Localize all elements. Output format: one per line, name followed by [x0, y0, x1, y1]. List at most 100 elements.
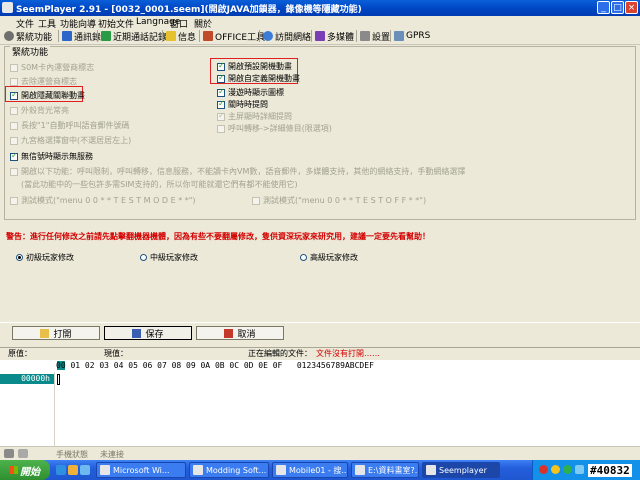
option-network-features[interactable]: 開啟以下功能：呼叫限制，呼叫轉移，信息服務，不能讀卡內VM數，語音郵件，多媒體支…	[10, 166, 465, 177]
tray-icon[interactable]	[563, 465, 572, 474]
toolbar-separator	[390, 30, 391, 42]
toolbar-separator	[311, 30, 312, 42]
checkbox[interactable]	[217, 99, 225, 109]
checkbox[interactable]	[252, 196, 260, 205]
option-note: (當此功能中的一些包許多需SIM支持的，所以你可能就還它們有都不能使用它)	[21, 180, 298, 189]
tray-icon[interactable]	[575, 465, 584, 474]
current-value-label: 現值：	[104, 349, 128, 358]
toolbar-network-button[interactable]: 訪問網絡	[263, 30, 311, 43]
toolbar-separator	[259, 30, 260, 42]
toolbar-office-button[interactable]: OFFICE工具	[203, 30, 265, 43]
task-modding[interactable]: Modding Soft...	[189, 462, 269, 478]
toolbar-gprs-button[interactable]: GPRS	[394, 30, 430, 42]
radio-circle[interactable]	[16, 254, 23, 261]
radio-circle[interactable]	[300, 254, 307, 261]
editing-file-value: 文件沒有打開……	[316, 349, 380, 358]
level-beginner-radio[interactable]: 初級玩家修改	[16, 252, 74, 263]
office-icon	[203, 31, 213, 41]
radio-circle[interactable]	[140, 254, 147, 261]
cancel-button[interactable]: 取消	[196, 326, 284, 340]
open-button[interactable]: 打開	[12, 326, 100, 340]
option-test-mode-off[interactable]: 測試模式("menu 0 0 * * T E S T O F F * *")	[252, 195, 426, 206]
task-word[interactable]: Microsoft Wi...	[96, 462, 186, 478]
option-roaming-icon[interactable]: 漫遊時顯示圖標	[217, 87, 284, 98]
option-grid-center[interactable]: 九宮格選擇窗中(不選居居左上)	[10, 135, 131, 146]
connection-status: 未連接	[100, 450, 124, 459]
toolbar-separator	[199, 30, 200, 42]
toolbar-messages-button[interactable]: 信息	[166, 30, 196, 43]
checkbox[interactable]	[10, 136, 18, 145]
checkbox[interactable]	[217, 111, 225, 121]
app-icon	[2, 2, 13, 13]
maximize-button[interactable]: □	[611, 1, 624, 14]
toolbar-media-button[interactable]: 多媒體	[315, 30, 354, 43]
phone-status-icon	[4, 449, 14, 458]
toolbar-separator	[58, 30, 59, 42]
checkbox[interactable]	[10, 106, 18, 115]
tray-icon[interactable]	[539, 465, 548, 474]
gear-icon	[4, 31, 14, 41]
option-custom-boot-anim[interactable]: 開啟自定義開機動畫	[217, 73, 300, 84]
ie-icon[interactable]	[56, 465, 66, 475]
toolbar-settings-button[interactable]: 設置	[360, 30, 390, 43]
group-title: 緊統功能	[10, 45, 51, 58]
checkbox[interactable]	[10, 196, 18, 205]
window-icon	[193, 465, 203, 475]
browser-icon	[276, 465, 286, 475]
save-button[interactable]: 保存	[104, 326, 192, 340]
contacts-icon	[62, 31, 72, 41]
hex-text-cursor	[57, 374, 60, 385]
task-explorer[interactable]: E:\資料畫室?...	[351, 462, 419, 478]
word-icon	[100, 465, 110, 475]
checkbox[interactable]	[217, 61, 225, 71]
checkbox[interactable]	[217, 124, 225, 133]
watermark: #40832	[588, 464, 632, 477]
level-advanced-radio[interactable]: 高級玩家修改	[300, 252, 358, 263]
toolbar-separator	[162, 30, 163, 42]
task-mobile01[interactable]: Mobile01 - 搜...	[272, 462, 348, 478]
toolbar: 緊統功能 通訊錄 近期通話記錄 信息 OFFICE工具 訪問網絡 多媒體 設置 …	[0, 28, 640, 45]
option-shutdown-prompt[interactable]: 關時時提問	[217, 99, 268, 110]
option-test-mode-on[interactable]: 測試模式("menu 0 0 * * T E S T M O D E * *")	[10, 195, 196, 206]
toolbar-separator	[356, 30, 357, 42]
toolbar-contacts-button[interactable]: 通訊錄	[62, 30, 101, 43]
option-no-service[interactable]: 無信號時顯示無服務	[10, 151, 93, 162]
menu-bar: 文件 工具 功能向導 初始文件 Langnage 窗口 關於	[0, 16, 640, 30]
level-intermediate-radio[interactable]: 中級玩家修改	[140, 252, 198, 263]
hex-column-header: 00 01 02 03 04 05 06 07 08 09 0A 0B 0C 0…	[56, 361, 374, 370]
folder-icon	[40, 328, 50, 338]
minimize-button[interactable]: _	[597, 1, 610, 14]
settings-icon	[360, 31, 370, 41]
checkbox[interactable]	[10, 121, 18, 130]
phone-status-label: 手機狀態	[56, 450, 88, 459]
explorer-icon[interactable]	[68, 465, 78, 475]
checkbox[interactable]	[10, 63, 18, 72]
tray-icon[interactable]	[551, 465, 560, 474]
checkbox[interactable]	[10, 77, 18, 86]
toolbar-system-button[interactable]: 緊統功能	[4, 30, 52, 43]
title-bar: SeemPlayer 2.91 - [0032_0001.seem](開啟JAV…	[0, 0, 640, 16]
option-voicemail[interactable]: 長按"1"自動呼叫語音郵件號碼	[10, 120, 129, 131]
toolbar-calls-button[interactable]: 近期通話記錄	[101, 30, 167, 43]
option-main-screen-prompt[interactable]: 主屏顯時詳細提問	[217, 111, 292, 122]
hex-editor[interactable]	[0, 372, 640, 448]
checkbox[interactable]	[10, 167, 18, 176]
start-button[interactable]: 開始	[0, 460, 50, 480]
phone-icon	[101, 31, 111, 41]
antenna-icon	[394, 31, 404, 41]
option-sim-carrier-logo[interactable]: S0M卡內運營商標志	[10, 62, 94, 73]
task-seemplayer[interactable]: Seemplayer	[422, 462, 500, 478]
option-call-forward[interactable]: 呼叫轉移->詳細條目(限選項)	[217, 123, 332, 134]
checkbox[interactable]	[10, 151, 18, 161]
toolbar-separator	[97, 30, 98, 42]
checkbox[interactable]	[217, 87, 225, 97]
desktop-icon[interactable]	[80, 465, 90, 475]
close-button[interactable]: ×	[625, 1, 638, 14]
media-icon	[315, 31, 325, 41]
editing-file-label: 正在編輯的文件：	[248, 349, 312, 358]
option-default-boot-anim[interactable]: 開啟預設開機動畫	[217, 61, 292, 72]
checkbox[interactable]	[10, 90, 18, 100]
option-backlight[interactable]: 外殼背光常亮	[10, 105, 69, 116]
option-hidden-anim[interactable]: 開啟隱藏關聯動畫	[10, 90, 85, 101]
checkbox[interactable]	[217, 73, 225, 83]
